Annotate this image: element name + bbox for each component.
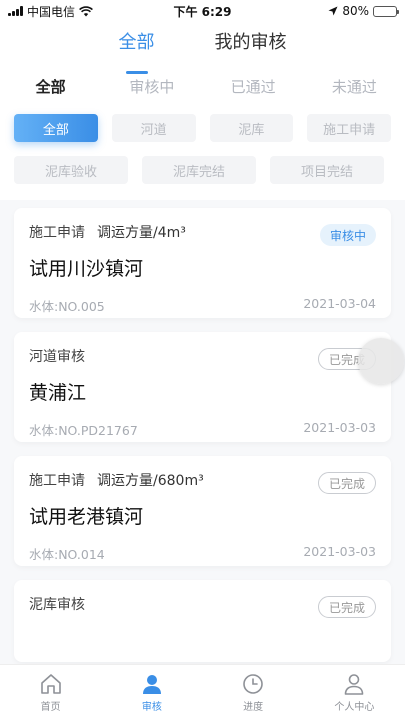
nav-profile[interactable]: 个人中心 (304, 665, 405, 720)
record-card[interactable]: 泥库审核 已完成 (14, 580, 391, 662)
bottom-nav: 首页 审核 进度 个人中心 (0, 664, 405, 720)
filter-chip-project-closure[interactable]: 项目完结 (270, 156, 384, 184)
status-badge: 已完成 (317, 472, 376, 494)
record-volume: 调运方量/4m³ (97, 225, 186, 241)
status-badge: 审核中 (319, 224, 376, 246)
record-date: 2021-03-04 (303, 296, 376, 311)
record-date: 2021-03-03 (303, 420, 376, 435)
record-type: 施工申请 (29, 473, 85, 489)
record-type: 河道审核 (29, 349, 85, 365)
filter-chip-river[interactable]: 河道 (111, 114, 196, 142)
filter-header: 全部 我的审核 全部 审核中 已通过 未通过 全部 河道 泥库 施工申请 泥库验… (0, 22, 405, 200)
record-type: 泥库审核 (29, 597, 85, 613)
record-card[interactable]: 施工申请 调运方量/680m³ 已完成 试用老港镇河 水体:NO.014 202… (14, 456, 391, 566)
clock-icon (243, 673, 263, 694)
filter-chip-mud-depot[interactable]: 泥库 (209, 114, 294, 142)
record-card[interactable]: 施工申请 调运方量/4m³ 审核中 试用川沙镇河 水体:NO.005 2021-… (14, 208, 391, 318)
cellular-signal-icon (8, 6, 23, 16)
record-title: 试用川沙镇河 (29, 258, 144, 280)
status-tab-all[interactable]: 全部 (0, 76, 101, 100)
record-water-body: 水体:NO.014 (29, 547, 105, 562)
status-bar: 中国电信 下午 6:29 80% (0, 0, 405, 22)
nav-audit[interactable]: 审核 (101, 665, 202, 720)
top-tabs: 全部 我的审核 (0, 22, 405, 66)
nav-profile-label: 个人中心 (334, 701, 375, 713)
record-volume: 调运方量/680m³ (97, 473, 204, 489)
carrier-name: 中国电信 (27, 4, 76, 19)
record-water-body: 水体:NO.005 (29, 299, 105, 314)
record-list: 施工申请 调运方量/4m³ 审核中 试用川沙镇河 水体:NO.005 2021-… (14, 208, 391, 676)
record-date: 2021-03-03 (303, 544, 376, 559)
tab-all[interactable]: 全部 (119, 28, 155, 66)
category-filters: 全部 河道 泥库 施工申请 泥库验收 泥库完结 项目完结 (0, 114, 405, 184)
wifi-icon (79, 5, 93, 16)
person-icon (345, 673, 364, 695)
status-tab-approved[interactable]: 已通过 (203, 76, 304, 100)
filter-chip-depot-acceptance[interactable]: 泥库验收 (14, 156, 128, 184)
filter-chip-depot-closure[interactable]: 泥库完结 (142, 156, 256, 184)
location-icon (328, 6, 338, 16)
nav-home[interactable]: 首页 (0, 665, 101, 720)
record-type: 施工申请 (29, 225, 85, 241)
status-tabs: 全部 审核中 已通过 未通过 (0, 76, 405, 100)
nav-progress[interactable]: 进度 (203, 665, 304, 720)
audit-user-icon (142, 674, 161, 694)
status-tab-rejected[interactable]: 未通过 (304, 76, 405, 100)
record-title: 试用老港镇河 (29, 506, 144, 528)
tab-my-audits[interactable]: 我的审核 (215, 28, 287, 66)
record-water-body: 水体:NO.PD21767 (29, 423, 138, 438)
filter-chip-all[interactable]: 全部 (14, 114, 98, 142)
status-badge: 已完成 (317, 596, 376, 618)
assistive-touch-button[interactable] (358, 338, 404, 384)
record-title: 黄浦江 (29, 382, 87, 404)
filter-chip-construction[interactable]: 施工申请 (307, 114, 391, 142)
battery-percent: 80% (342, 4, 369, 18)
home-icon (40, 673, 61, 694)
record-card[interactable]: 河道审核 已完成 黄浦江 水体:NO.PD21767 2021-03-03 (14, 332, 391, 442)
status-tab-reviewing[interactable]: 审核中 (101, 76, 202, 100)
nav-progress-label: 进度 (243, 701, 264, 713)
nav-home-label: 首页 (40, 701, 61, 713)
battery-icon (373, 5, 399, 17)
nav-audit-label: 审核 (141, 701, 162, 713)
